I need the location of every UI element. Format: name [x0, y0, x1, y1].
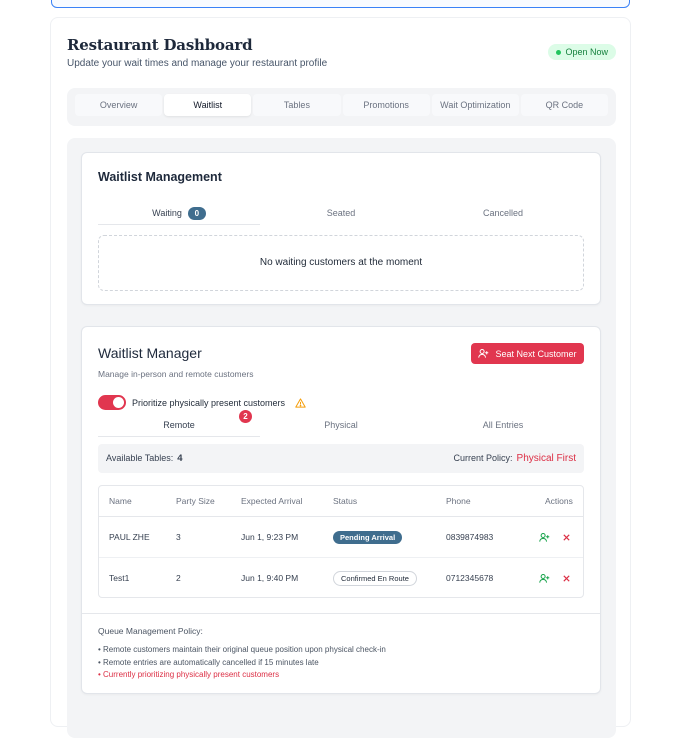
tab-content: Waitlist Management Waiting 0 Seated Canc… [67, 138, 616, 738]
row-name: Test1 [109, 573, 130, 583]
toggle-knob [113, 397, 124, 408]
row-name: PAUL ZHE [109, 532, 150, 542]
current-policy-value: Physical First [516, 453, 576, 464]
prioritize-toggle-label: Prioritize physically present customers [132, 397, 286, 408]
column-header-actions: Actions [545, 496, 573, 506]
waitlist-management-card: Waitlist Management Waiting 0 Seated Canc… [81, 152, 601, 305]
waitlist-manager-subtitle: Manage in-person and remote customers [98, 369, 254, 379]
row-actions [539, 517, 571, 557]
user-plus-icon [478, 348, 489, 358]
tab-remote[interactable]: Remote 2 [98, 410, 260, 437]
info-bar: Available Tables: 4 Current Policy: Physic… [98, 444, 584, 473]
tab-all-entries[interactable]: All Entries [422, 415, 584, 437]
seat-next-customer-label: Seat Next Customer [495, 348, 577, 359]
available-tables: Available Tables: 4 [106, 453, 183, 464]
status-badge: Open Now [548, 44, 616, 60]
warning-icon [295, 397, 306, 408]
row-actions [539, 558, 571, 598]
page-title: Restaurant Dashboard [67, 36, 253, 54]
dashboard-panel: Restaurant Dashboard Update your wait ti… [50, 17, 631, 738]
row-party-size: 2 [176, 573, 181, 583]
table-header-row: Name Party Size Expected Arrival Status … [99, 486, 583, 517]
main-tabs: Overview Waitlist Tables Promotions Wait… [67, 88, 616, 126]
remote-count-badge: 2 [239, 410, 252, 423]
column-header-name: Name [109, 496, 132, 506]
row-expected-arrival: Jun 1, 9:23 PM [241, 532, 299, 542]
remove-customer-icon[interactable] [562, 533, 571, 542]
page-subtitle: Update your wait times and manage your r… [67, 58, 328, 69]
tab-seated[interactable]: Seated [260, 203, 422, 225]
status-dot-icon [556, 49, 562, 55]
seat-customer-icon[interactable] [539, 573, 550, 584]
top-notification-bar [51, 0, 630, 8]
prioritize-toggle[interactable] [98, 395, 126, 410]
waitlist-table: Name Party Size Expected Arrival Status … [98, 485, 584, 598]
tab-cancelled[interactable]: Cancelled [422, 203, 584, 225]
queue-policy-section: Queue Management Policy: • Remote custom… [82, 613, 600, 693]
policy-line: • Remote entries are automatically cance… [98, 657, 319, 667]
column-header-party-size: Party Size [176, 496, 215, 506]
row-phone: 0712345678 [446, 573, 494, 583]
column-header-expected-arrival: Expected Arrival [241, 496, 303, 506]
status-pill: Confirmed En Route [333, 570, 417, 586]
waitlist-management-title: Waitlist Management [98, 170, 222, 184]
seat-customer-icon[interactable] [539, 532, 550, 543]
row-phone: 0839874983 [446, 532, 494, 542]
status-badge-label: Open Now [565, 47, 608, 57]
row-party-size: 3 [176, 532, 181, 542]
row-status: Pending Arrival [333, 517, 403, 557]
available-tables-label: Available Tables: [106, 453, 174, 463]
tab-physical[interactable]: Physical [260, 415, 422, 437]
tab-waitlist[interactable]: Waitlist [164, 94, 252, 116]
empty-state-message: No waiting customers at the moment [98, 235, 584, 291]
tab-tables[interactable]: Tables [253, 94, 341, 116]
policy-line-active: • Currently prioritizing physically pres… [98, 670, 280, 679]
tab-remote-label: Remote [163, 420, 195, 430]
seat-next-customer-button[interactable]: Seat Next Customer [471, 343, 584, 364]
tab-qr-code[interactable]: QR Code [520, 94, 609, 116]
prioritize-toggle-row: Prioritize physically present customers [98, 395, 306, 410]
queue-policy-heading: Queue Management Policy: [98, 626, 203, 636]
table-row: Test1 2 Jun 1, 9:40 PM Confirmed En Rout… [99, 558, 583, 598]
tab-promotions[interactable]: Promotions [342, 94, 430, 116]
policy-line: • Remote customers maintain their origin… [98, 645, 386, 654]
tab-overview[interactable]: Overview [75, 94, 163, 116]
column-header-phone: Phone [446, 496, 471, 506]
waitlist-status-tabs: Waiting 0 Seated Cancelled [98, 203, 584, 225]
tab-waiting[interactable]: Waiting 0 [98, 203, 260, 225]
waitlist-manager-title: Waitlist Manager [98, 345, 202, 361]
current-policy: Current Policy: Physical First [454, 453, 576, 464]
column-header-status: Status [333, 496, 358, 506]
status-pill: Pending Arrival [333, 530, 403, 544]
available-tables-value: 4 [177, 453, 183, 464]
remove-customer-icon[interactable] [562, 574, 571, 583]
tab-waiting-label: Waiting [152, 208, 182, 218]
current-policy-label: Current Policy: [453, 453, 513, 463]
tab-wait-optimization[interactable]: Wait Optimization [431, 94, 519, 116]
table-row: PAUL ZHE 3 Jun 1, 9:23 PM Pending Arriva… [99, 517, 583, 558]
waitlist-manager-card: Waitlist Manager Manage in-person and re… [81, 326, 601, 694]
source-tabs: Remote 2 Physical All Entries [98, 410, 584, 437]
waiting-count-badge: 0 [187, 207, 206, 221]
row-expected-arrival: Jun 1, 9:40 PM [241, 573, 299, 583]
row-status: Confirmed En Route [333, 558, 417, 598]
